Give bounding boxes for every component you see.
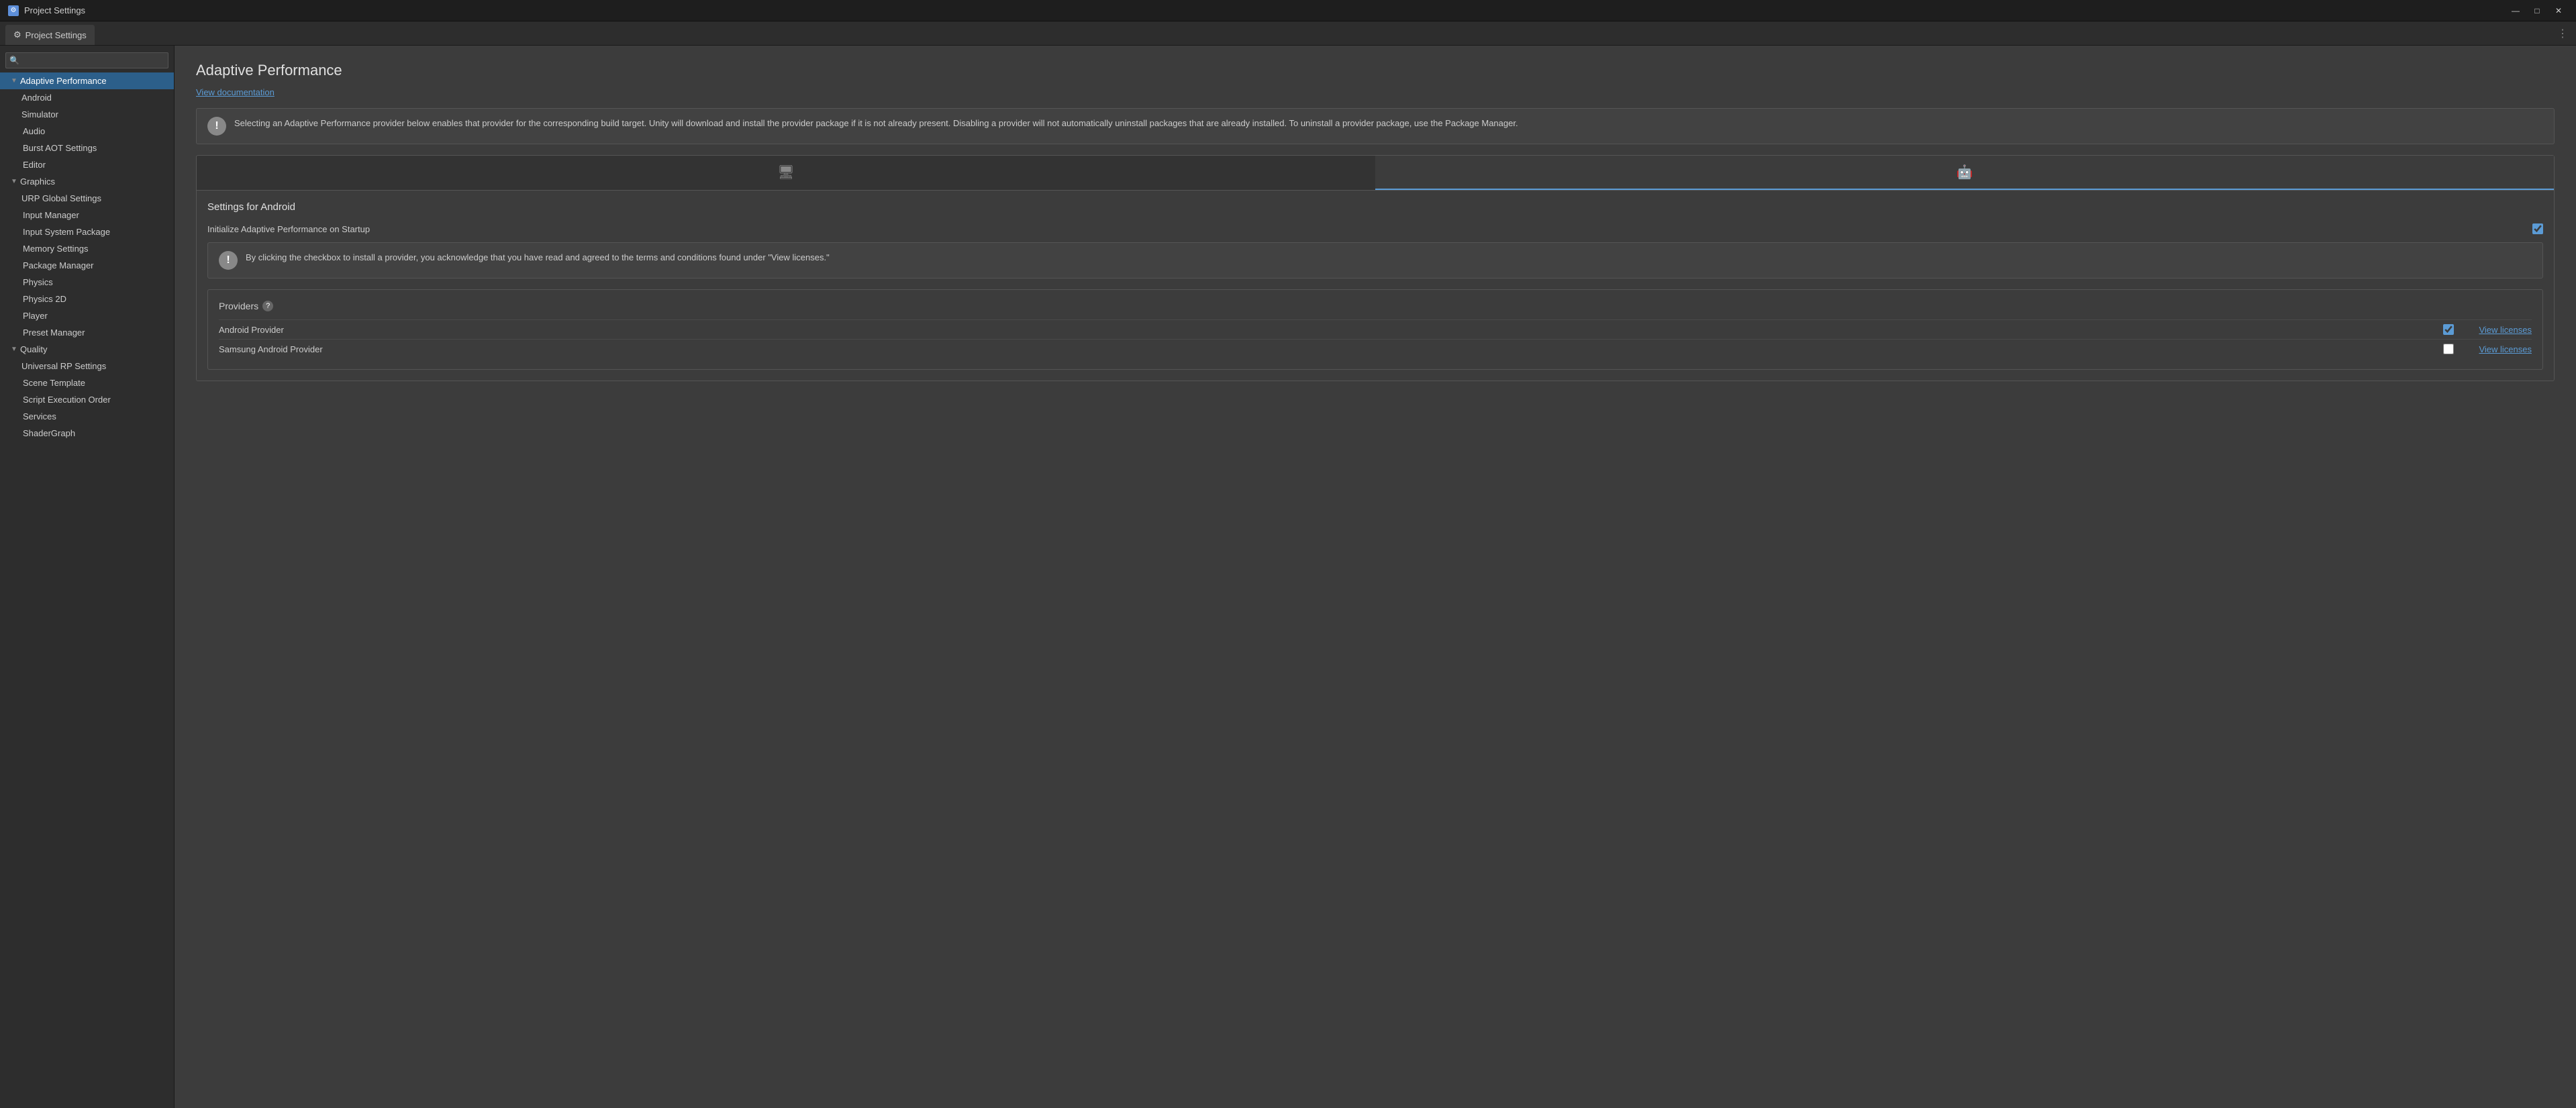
- title-bar-left: ⚙ Project Settings: [8, 5, 85, 16]
- sidebar-item-label: Package Manager: [23, 260, 94, 270]
- sidebar-item-memory-settings[interactable]: Memory Settings: [0, 240, 174, 257]
- tab-bar: ⚙ Project Settings ⋮: [0, 21, 2576, 46]
- sidebar-item-label: Simulator: [21, 109, 58, 119]
- platform-tab-desktop[interactable]: 🖥: [197, 156, 1375, 190]
- sidebar-item-universal-rp[interactable]: Universal RP Settings: [0, 358, 174, 374]
- providers-section: Providers ? Android Provider View license…: [207, 289, 2543, 370]
- sidebar-item-audio[interactable]: Audio: [0, 123, 174, 140]
- sidebar-item-preset-manager[interactable]: Preset Manager: [0, 324, 174, 341]
- initialize-row: Initialize Adaptive Performance on Start…: [207, 221, 2543, 237]
- checkbox-notice-box: ! By clicking the checkbox to install a …: [207, 242, 2543, 279]
- sidebar-item-android[interactable]: Android: [0, 89, 174, 106]
- sidebar-item-physics-2d[interactable]: Physics 2D: [0, 291, 174, 307]
- sidebar-item-player[interactable]: Player: [0, 307, 174, 324]
- sidebar-item-label: Memory Settings: [23, 244, 89, 254]
- tab-menu-button[interactable]: ⋮: [2555, 27, 2571, 40]
- maximize-button[interactable]: □: [2528, 4, 2546, 17]
- provider-name: Samsung Android Provider: [219, 344, 2432, 354]
- info-text: Selecting an Adaptive Performance provid…: [234, 117, 1518, 130]
- checkbox-notice-text: By clicking the checkbox to install a pr…: [246, 251, 830, 264]
- settings-section-title: Settings for Android: [207, 201, 2543, 213]
- providers-help-icon[interactable]: ?: [262, 301, 273, 311]
- sidebar-item-label: Player: [23, 311, 48, 321]
- chevron-down-icon: [11, 346, 17, 353]
- sidebar-items-list: Adaptive Performance Android Simulator Audi…: [0, 72, 174, 442]
- sidebar-item-script-execution[interactable]: Script Execution Order: [0, 391, 174, 408]
- sidebar-item-adaptive-performance[interactable]: Adaptive Performance: [0, 72, 174, 89]
- sidebar-item-physics[interactable]: Physics: [0, 274, 174, 291]
- android-settings-panel: Settings for Android Initialize Adaptive…: [196, 191, 2555, 381]
- sidebar-item-input-manager[interactable]: Input Manager: [0, 207, 174, 223]
- sidebar-item-label: Adaptive Performance: [20, 76, 107, 86]
- sidebar: 🔍 Adaptive Performance Android Simulator Au…: [0, 46, 175, 1108]
- sidebar-item-label: Graphics: [20, 177, 55, 187]
- sidebar-item-scene-template[interactable]: Scene Template: [0, 374, 174, 391]
- sidebar-item-shadergraph[interactable]: ShaderGraph: [0, 425, 174, 442]
- sidebar-item-label: Physics: [23, 277, 53, 287]
- sidebar-item-quality[interactable]: Quality: [0, 341, 174, 358]
- provider-checkbox-android-provider[interactable]: [2443, 324, 2454, 335]
- initialize-checkbox[interactable]: [2532, 223, 2543, 234]
- sidebar-item-label: Services: [23, 411, 56, 421]
- sidebar-item-services[interactable]: Services: [0, 408, 174, 425]
- chevron-down-icon: [11, 77, 17, 85]
- sidebar-item-label: Script Execution Order: [23, 395, 111, 405]
- tab-icon: ⚙: [13, 30, 21, 40]
- close-button[interactable]: ✕: [2549, 4, 2568, 17]
- sidebar-item-label: Input Manager: [23, 210, 79, 220]
- sidebar-item-label: Quality: [20, 344, 47, 354]
- view-licenses-link-samsung-provider[interactable]: View licenses: [2465, 344, 2532, 354]
- initialize-label: Initialize Adaptive Performance on Start…: [207, 224, 2532, 234]
- notice-icon: !: [219, 251, 238, 270]
- providers-list: Android ProviderView licensesSamsung And…: [219, 319, 2532, 358]
- window-title: Project Settings: [24, 5, 85, 15]
- desktop-icon: 🖥: [777, 164, 794, 181]
- sidebar-item-simulator[interactable]: Simulator: [0, 106, 174, 123]
- providers-label: Providers: [219, 301, 258, 311]
- android-icon: 🤖: [1956, 164, 1973, 181]
- info-box: ! Selecting an Adaptive Performance prov…: [196, 108, 2555, 144]
- sidebar-item-label: Editor: [23, 160, 46, 170]
- sidebar-search-container: 🔍: [0, 48, 174, 72]
- sidebar-item-label: Universal RP Settings: [21, 361, 106, 371]
- sidebar-item-label: Physics 2D: [23, 294, 66, 304]
- sidebar-item-label: URP Global Settings: [21, 193, 101, 203]
- sidebar-item-burst-aot[interactable]: Burst AOT Settings: [0, 140, 174, 156]
- sidebar-item-editor[interactable]: Editor: [0, 156, 174, 173]
- tab-label: Project Settings: [26, 30, 87, 40]
- sidebar-item-label: Preset Manager: [23, 328, 85, 338]
- title-bar: ⚙ Project Settings — □ ✕: [0, 0, 2576, 21]
- window-controls: — □ ✕: [2506, 4, 2568, 17]
- sidebar-item-graphics[interactable]: Graphics: [0, 173, 174, 190]
- chevron-down-icon: [11, 178, 17, 185]
- sidebar-item-label: Android: [21, 93, 52, 103]
- sidebar-item-label: Scene Template: [23, 378, 85, 388]
- main-layout: 🔍 Adaptive Performance Android Simulator Au…: [0, 46, 2576, 1108]
- project-settings-tab[interactable]: ⚙ Project Settings: [5, 25, 95, 45]
- sidebar-item-input-system[interactable]: Input System Package: [0, 223, 174, 240]
- provider-name: Android Provider: [219, 325, 2432, 335]
- view-documentation-link[interactable]: View documentation: [196, 87, 275, 97]
- minimize-button[interactable]: —: [2506, 4, 2525, 17]
- sidebar-item-label: ShaderGraph: [23, 428, 75, 438]
- sidebar-item-urp-global[interactable]: URP Global Settings: [0, 190, 174, 207]
- platform-tab-android[interactable]: 🤖: [1375, 156, 2554, 190]
- search-input[interactable]: [5, 52, 168, 68]
- provider-checkbox-samsung-provider[interactable]: [2443, 344, 2454, 354]
- view-licenses-link-android-provider[interactable]: View licenses: [2465, 325, 2532, 335]
- sidebar-item-label: Audio: [23, 126, 45, 136]
- provider-row-android-provider: Android Provider View licenses: [219, 319, 2532, 339]
- app-icon: ⚙: [8, 5, 19, 16]
- page-title: Adaptive Performance: [196, 62, 2555, 79]
- sidebar-item-label: Burst AOT Settings: [23, 143, 97, 153]
- sidebar-item-label: Input System Package: [23, 227, 110, 237]
- provider-row-samsung-provider: Samsung Android Provider View licenses: [219, 339, 2532, 358]
- search-icon: 🔍: [9, 56, 19, 65]
- warning-icon: !: [207, 117, 226, 136]
- sidebar-item-package-manager[interactable]: Package Manager: [0, 257, 174, 274]
- content-area: Adaptive Performance View documentation …: [175, 46, 2576, 1108]
- providers-title-row: Providers ?: [219, 301, 2532, 311]
- platform-tabs: 🖥 🤖: [196, 155, 2555, 191]
